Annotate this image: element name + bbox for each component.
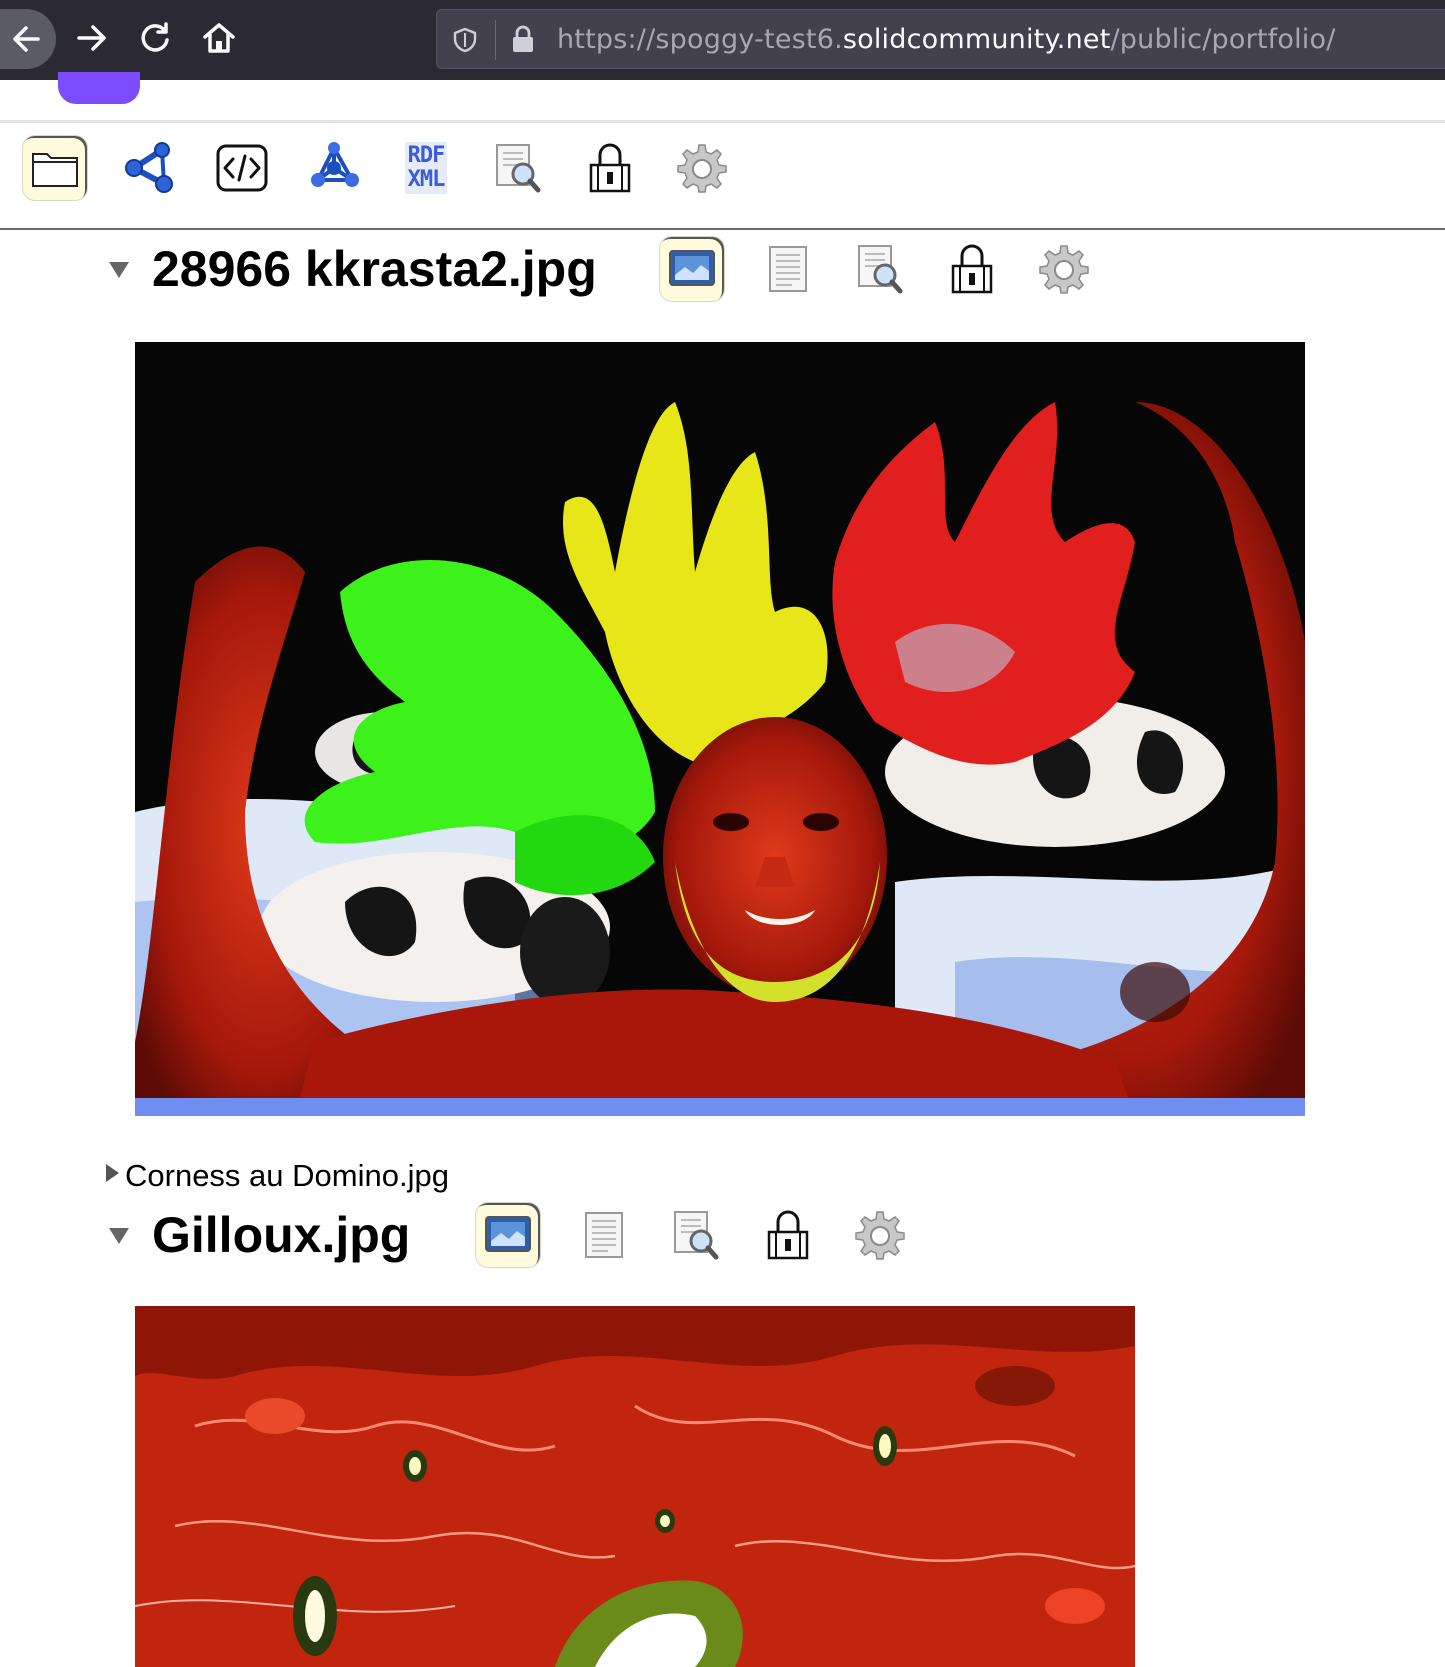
- file-section-header: Corness au Domino.jpg: [0, 1150, 1445, 1198]
- photo-graphic: [135, 1306, 1135, 1667]
- image-icon: [485, 1216, 531, 1252]
- file-section-header: 28966 kkrasta2.jpg: [0, 230, 1445, 320]
- gear-icon: [677, 144, 727, 193]
- sharing-view-button[interactable]: [578, 136, 642, 200]
- url-bar[interactable]: https://spoggy-test6.solidcommunity.net/…: [436, 9, 1445, 69]
- text-view-button[interactable]: [572, 1203, 636, 1267]
- xml-label: XML: [407, 167, 446, 192]
- rdf-xml-icon: RDF XML: [404, 142, 448, 194]
- expand-toggle[interactable]: [106, 1164, 119, 1182]
- folder-icon: [32, 153, 78, 187]
- graph-icon: [125, 142, 173, 193]
- url-separator: [495, 20, 496, 60]
- view-toolbar: RDF XML: [0, 124, 1445, 230]
- file-section-header: Gilloux.jpg: [0, 1196, 1445, 1286]
- molecule-icon: [311, 142, 359, 187]
- file-image-preview: [135, 1306, 1135, 1667]
- url-host: solidcommunity.net: [842, 24, 1111, 55]
- graph-view-button[interactable]: [118, 136, 182, 200]
- rdf-xml-view-button[interactable]: RDF XML: [394, 136, 458, 200]
- document-icon: [585, 1212, 623, 1258]
- padlock-icon: [951, 244, 993, 294]
- url-subdomain: spoggy-test6.: [655, 24, 843, 55]
- text-view-button[interactable]: [756, 237, 820, 301]
- settings-button[interactable]: [848, 1203, 912, 1267]
- photo-graphic: [135, 342, 1305, 1116]
- folder-view-button[interactable]: [23, 136, 87, 200]
- arrow-left-icon: [13, 26, 40, 52]
- reload-button[interactable]: [126, 9, 184, 67]
- reload-icon: [141, 22, 169, 52]
- browser-toolbar: https://spoggy-test6.solidcommunity.net/…: [0, 0, 1445, 80]
- home-icon: [203, 23, 235, 53]
- molecule-view-button[interactable]: [302, 136, 366, 200]
- magnifier-document-icon: [496, 144, 541, 193]
- rdf-label: RDF: [407, 143, 446, 168]
- inspect-button[interactable]: [848, 237, 912, 301]
- image-icon: [669, 250, 715, 286]
- lock-icon[interactable]: [509, 24, 537, 54]
- source-view-button[interactable]: [210, 136, 274, 200]
- sharing-button[interactable]: [756, 1203, 820, 1267]
- forward-button[interactable]: [62, 9, 120, 67]
- settings-button[interactable]: [1032, 237, 1096, 301]
- magnifier-document-icon: [858, 245, 903, 294]
- url-path: /public/portfolio/: [1110, 24, 1336, 55]
- url-scheme: https://: [557, 24, 656, 55]
- file-title[interactable]: Corness au Domino.jpg: [125, 1158, 449, 1194]
- shield-icon[interactable]: [451, 26, 479, 54]
- sharing-button[interactable]: [940, 237, 1004, 301]
- file-image-preview: [135, 342, 1305, 1116]
- file-title: 28966 kkrasta2.jpg: [152, 241, 597, 297]
- back-button[interactable]: [0, 9, 56, 69]
- source-code-icon: [216, 144, 268, 192]
- document-icon: [769, 246, 807, 292]
- collapse-toggle[interactable]: [109, 1228, 129, 1244]
- app-logo[interactable]: [58, 72, 140, 104]
- magnifier-document-icon: [674, 1211, 719, 1260]
- image-view-button[interactable]: [476, 1203, 540, 1267]
- gear-icon: [1039, 245, 1089, 294]
- file-title: Gilloux.jpg: [152, 1207, 411, 1263]
- home-button[interactable]: [190, 9, 248, 67]
- collapse-toggle[interactable]: [109, 262, 129, 278]
- settings-view-button[interactable]: [670, 136, 734, 200]
- arrow-right-icon: [77, 25, 106, 51]
- app-header-strip: [0, 72, 1445, 123]
- url-text[interactable]: https://spoggy-test6.solidcommunity.net/…: [557, 24, 1336, 55]
- padlock-icon: [589, 143, 631, 193]
- padlock-icon: [767, 1210, 809, 1260]
- inspect-button[interactable]: [664, 1203, 728, 1267]
- inspect-view-button[interactable]: [486, 136, 550, 200]
- gear-icon: [855, 1211, 905, 1260]
- image-view-button[interactable]: [660, 237, 724, 301]
